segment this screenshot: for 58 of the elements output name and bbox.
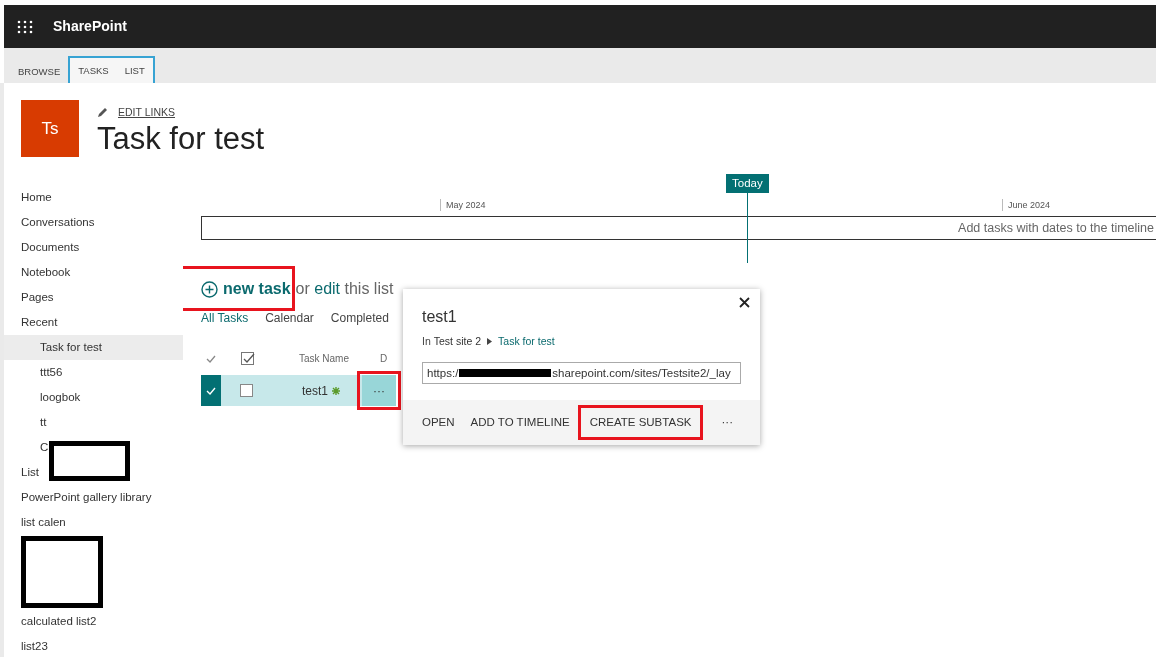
- item-menu-button[interactable]: ···: [362, 375, 396, 406]
- nav-link[interactable]: Conversations: [4, 210, 183, 235]
- nav-link[interactable]: Recent: [4, 310, 183, 335]
- nav-link[interactable]: tt: [4, 410, 183, 435]
- nav-link[interactable]: Home: [4, 185, 183, 210]
- breadcrumb-link[interactable]: Task for test: [498, 334, 555, 350]
- nav-link[interactable]: C: [4, 435, 183, 460]
- pencil-icon[interactable]: [97, 107, 108, 119]
- site-title: Task for test: [97, 122, 265, 154]
- nav-link[interactable]: list23: [4, 634, 183, 657]
- nav-link[interactable]: Documents: [4, 235, 183, 260]
- select-all-icon[interactable]: [241, 351, 255, 366]
- view-tab[interactable]: Completed: [330, 309, 389, 327]
- column-header[interactable]: Task Name: [273, 350, 378, 366]
- checkmark-icon: [206, 354, 216, 363]
- view-tab[interactable]: All Tasks: [201, 309, 249, 327]
- edit-list-link[interactable]: edit: [314, 280, 341, 297]
- nav-link[interactable]: list calen: [4, 510, 183, 535]
- month-label: June 2024: [1002, 199, 1051, 211]
- task-name-link[interactable]: test1: [302, 381, 328, 400]
- view-tab[interactable]: Calendar: [265, 309, 314, 327]
- highlight-frame: [357, 371, 401, 410]
- callout-title: test1: [422, 307, 458, 327]
- url-field[interactable]: https:/ sharepoint.com/sites/Testsite2/_lay: [422, 361, 741, 384]
- checkbox[interactable]: [240, 384, 253, 397]
- callout-action[interactable]: ADD TO TIMELINE: [462, 409, 578, 436]
- today-label: Today: [726, 174, 769, 194]
- nav-link[interactable]: calculated list2: [4, 609, 183, 634]
- nav-link[interactable]: Task for test: [4, 335, 183, 360]
- ribbon-tab[interactable]: TASKS: [70, 58, 117, 84]
- edit-links-link[interactable]: EDIT LINKS: [118, 105, 175, 121]
- timeline-bar: Add tasks with dates to the timeline: [201, 216, 1156, 240]
- row-selector[interactable]: [201, 375, 221, 406]
- nav-link[interactable]: PowerPoint gallery library: [4, 485, 183, 510]
- edit-list-prompt: or edit this list: [295, 279, 394, 299]
- add-icon[interactable]: [201, 280, 218, 298]
- column-header[interactable]: D: [380, 350, 388, 366]
- checkmark-icon: [206, 386, 216, 395]
- close-button[interactable]: [739, 297, 750, 308]
- ribbon-tab[interactable]: LIST: [116, 58, 153, 84]
- app-title[interactable]: SharePoint: [53, 16, 127, 37]
- location-prefix: In: [422, 334, 431, 349]
- nav-link[interactable]: Pages: [4, 285, 183, 310]
- new-task-link[interactable]: new task: [223, 277, 291, 301]
- app-launcher-icon[interactable]: [17, 19, 33, 34]
- nav-link[interactable]: List: [4, 460, 183, 485]
- breadcrumb-arrow-icon: [487, 338, 493, 346]
- close-icon: [739, 297, 750, 308]
- ribbon-tab[interactable]: BROWSE: [10, 59, 69, 83]
- month-label: May 2024: [440, 199, 486, 211]
- nav-link[interactable]: loogbok: [4, 385, 183, 410]
- callout-action[interactable]: CREATE SUBTASK: [581, 409, 700, 436]
- callout-action[interactable]: ···: [713, 409, 741, 436]
- nav-link[interactable]: ttt56: [4, 360, 183, 385]
- site-logo[interactable]: Ts: [21, 100, 79, 157]
- breadcrumb-link[interactable]: Test site 2: [433, 334, 482, 350]
- nav-link[interactable]: Notebook: [4, 260, 183, 285]
- callout-action[interactable]: OPEN: [414, 409, 463, 436]
